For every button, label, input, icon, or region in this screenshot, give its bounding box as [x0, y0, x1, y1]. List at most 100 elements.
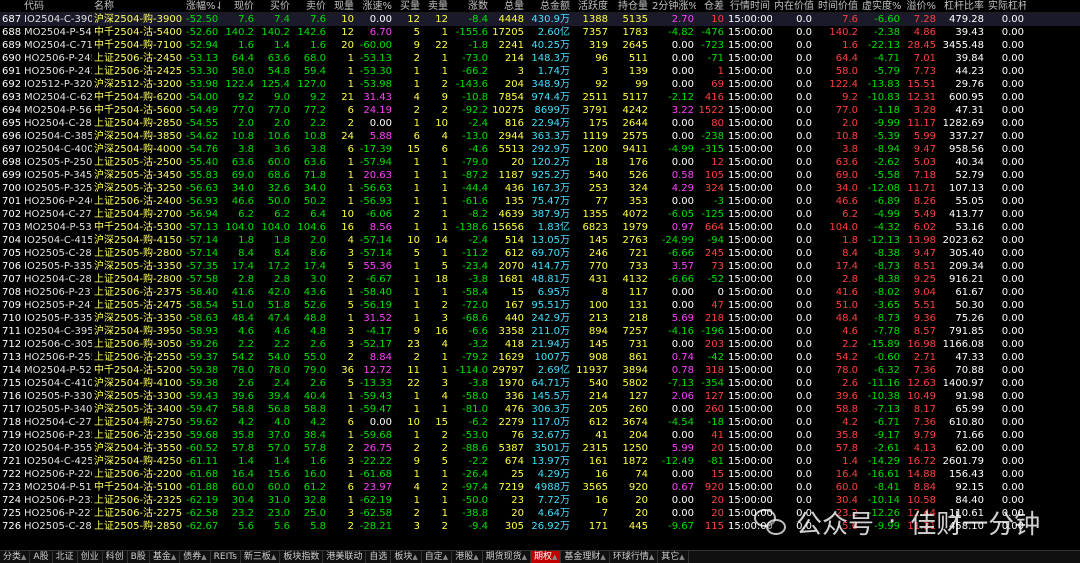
table-row[interactable]: 722HO2506-P-2200上证2506-沽-2200-61.6816.41…: [0, 468, 1080, 481]
table-row[interactable]: 688MO2504-P-5400中千2504-沽-5400-52.60 140.2…: [0, 26, 1080, 39]
table-row[interactable]: 716 IO2505-P-3300 沪深2505-沽-3300 -59.43 39.6 3…: [0, 390, 1080, 403]
table-row[interactable]: 710 IO2505-P-3350 沪深2505-沽-3350 -58.63 48.4 4…: [0, 312, 1080, 325]
tab-3[interactable]: 创业: [78, 551, 103, 563]
cell-moneyness-pct: -4.32: [874, 222, 900, 233]
tab-11[interactable]: 港美联动: [323, 551, 367, 563]
tab-1[interactable]: A股: [30, 551, 53, 563]
cell-open-interest: 5117: [622, 92, 648, 103]
col-header-change-pct[interactable]: 涨幅%↓: [184, 0, 220, 12]
table-row[interactable]: 718HO2504-C-2750上证2504-购-2750-59.62 4.2 4.…: [0, 416, 1080, 429]
table-row[interactable]: 721IO2504-C-4250沪深2504-购-4250-61.11 1.4 1.…: [0, 455, 1080, 468]
tab-14[interactable]: 自定▲: [422, 551, 453, 563]
tab-0[interactable]: 分类▲: [0, 551, 31, 563]
cell-leverage: 413.77: [949, 209, 984, 220]
table-row[interactable]: 689MO2504-C-7100中千2504-购-7100-52.94 1.6 1.…: [0, 39, 1080, 52]
col-header-intrinsic-value[interactable]: 内在价值: [772, 0, 814, 12]
col-header-turnover[interactable]: 总金额: [526, 0, 572, 12]
cell-turnover: 925.2万: [531, 170, 570, 181]
tab-13[interactable]: 板块▲: [391, 551, 422, 563]
cell-oi-change: 920: [704, 482, 724, 493]
tab-6[interactable]: 基金▲: [150, 551, 181, 563]
tab-12[interactable]: 自选: [366, 551, 392, 563]
col-header-price[interactable]: 现价: [220, 0, 256, 12]
table-row[interactable]: 695HO2504-C-2850上证2504-购-2850-54.55 2.0 2.…: [0, 117, 1080, 130]
tab-15[interactable]: 港股▲: [452, 551, 483, 563]
table-row[interactable]: 720 IO2504-P-3550 沪深2504-沽-3550 -60.52 57.8 5…: [0, 442, 1080, 455]
col-header-real-leverage[interactable]: 实际杠杆 ?: [986, 0, 1026, 12]
tab-7[interactable]: 债券▲: [180, 551, 211, 563]
col-header-last-vol[interactable]: 现量: [328, 0, 356, 12]
table-row[interactable]: 687IO2504-C-3900沪深2504-购-3900-52.50 7.6 7.…: [0, 13, 1080, 26]
tab-19[interactable]: 环球行情▲: [610, 551, 659, 563]
tab-5[interactable]: B股: [128, 551, 150, 563]
cell-change: -2.2: [468, 456, 488, 467]
cell-leverage: 791.85: [949, 326, 984, 337]
tab-18[interactable]: 基金理财▲: [561, 551, 610, 563]
col-header-oi-change[interactable]: 仓差: [696, 0, 726, 12]
table-row[interactable]: 701HO2506-P-2400上证2506-沽-2400-56.9346.65…: [0, 195, 1080, 208]
table-row[interactable]: 699 IO2505-P-3450 沪深2505-沽-3450 -55.83 69.0 6…: [0, 169, 1080, 182]
tab-20[interactable]: 其它▲: [658, 551, 689, 563]
col-header-ask[interactable]: 卖价: [292, 0, 328, 12]
tab-2[interactable]: 北证: [53, 551, 78, 563]
table-row[interactable]: 714MO2504-P-5200中千2504-沽-5200-59.38 78.0 7…: [0, 364, 1080, 377]
table-row[interactable]: 692 IO2512-P-3200 沪深2512-沽-3200 -53.98 122.4…: [0, 78, 1080, 91]
col-header-moneyness-pct[interactable]: 虚实度%: [860, 0, 902, 12]
tab-8[interactable]: REITs: [211, 551, 241, 563]
tab-label: 自选: [369, 552, 388, 562]
table-row[interactable]: 723MO2504-P-5100中千2504-沽-5100-61.8860.06…: [0, 481, 1080, 494]
table-row[interactable]: 717 IO2505-P-3400 沪深2505-沽-3400 -59.47 58.8 5…: [0, 403, 1080, 416]
table-row[interactable]: 690HO2506-P-2450上证2506-沽-2450-53.1364.46…: [0, 52, 1080, 65]
col-header-name[interactable]: 名称: [92, 0, 184, 12]
table-row[interactable]: 715IO2504-C-4100沪深2504-购-4100-59.38 2.6 2.…: [0, 377, 1080, 390]
col-header-quote-time[interactable]: 行情时间: [726, 0, 772, 12]
cell-speed-pct: 0.00: [369, 417, 392, 428]
table-row[interactable]: 696IO2504-C-3850沪深2504-购-3850-54.62 10.8 1…: [0, 130, 1080, 143]
col-header-row-no[interactable]: [0, 0, 22, 12]
table-row[interactable]: 702HO2504-C-2700上证2504-购-2700-56.94 6.2 6.…: [0, 208, 1080, 221]
tab-arrow-icon: ▲: [21, 553, 27, 561]
col-header-speed-pct[interactable]: 涨速%: [356, 0, 394, 12]
table-row[interactable]: 719HO2506-P-2350上证2506-沽-2350-59.6835.83…: [0, 429, 1080, 442]
tab-4[interactable]: 科创: [103, 551, 128, 563]
col-header-time-value[interactable]: 时间价值: [814, 0, 860, 12]
cell-price: 60.0: [231, 482, 254, 493]
table-row[interactable]: 707HO2504-C-2800上证2504-购-2800-57.58 2.8 2.…: [0, 273, 1080, 286]
table-row[interactable]: 709HO2505-P-2475上证2505-沽-2475-58.54 51.0 5…: [0, 299, 1080, 312]
table-row[interactable]: 704IO2504-C-4150沪深2504-购-4150-57.141.81.…: [0, 234, 1080, 247]
cell-price: 2.8: [238, 274, 254, 285]
cell-open-interest: 1979: [622, 222, 648, 233]
table-row[interactable]: 706 IO2505-P-3350 沪深2505-沽-3350 -57.35 17.4 1…: [0, 260, 1080, 273]
col-header-leverage[interactable]: 杠杆比率: [938, 0, 986, 12]
col-header-ask-vol[interactable]: 卖量: [422, 0, 450, 12]
table-row[interactable]: 705HO2505-C-2800上证2505-购-2800-57.148.48.…: [0, 247, 1080, 260]
col-header-volume[interactable]: 总量: [490, 0, 526, 12]
table-row[interactable]: 700 IO2505-P-3250 沪深2505-沽-3250 -56.63 34.0 3…: [0, 182, 1080, 195]
col-header-change[interactable]: 涨数: [450, 0, 490, 12]
col-header-open-interest[interactable]: 持仓量: [610, 0, 650, 12]
table-row[interactable]: 697IO2504-C-4000沪深2504-购-4000-54.76 3.8 3.…: [0, 143, 1080, 156]
col-header-bid-vol[interactable]: 买量: [394, 0, 422, 12]
tab-9[interactable]: 新三板▲: [241, 551, 281, 563]
cell-row-no: 701: [2, 196, 22, 207]
tab-16[interactable]: 期货现货▲: [483, 551, 531, 563]
tab-17[interactable]: 期权▲: [531, 551, 562, 563]
table-row[interactable]: 694MO2504-P-5600中千2504-沽-5600-54.49 77.0 7…: [0, 104, 1080, 117]
table-row[interactable]: 693MO2504-C-6200中千2504-购-6200-54.00 9.2 9.…: [0, 91, 1080, 104]
cell-volume: 305: [504, 521, 524, 532]
table-row[interactable]: 708HO2506-P-2375上证2506-沽-2375-58.4041.64…: [0, 286, 1080, 299]
table-row[interactable]: 703MO2504-P-5300中千2504-沽-5300-57.13 104.0…: [0, 221, 1080, 234]
cell-oi-change: -476: [701, 27, 724, 38]
table-row[interactable]: 691HO2506-P-2425上证2506-沽-2425-53.3058.05…: [0, 65, 1080, 78]
col-header-two-min-pct[interactable]: 2分钟涨%: [650, 0, 696, 12]
col-header-code[interactable]: 代码: [22, 0, 92, 12]
tab-10[interactable]: 板块指数: [280, 551, 324, 563]
col-header-bid[interactable]: 买价: [256, 0, 292, 12]
cell-turnover: 32.67万: [531, 430, 570, 441]
table-row[interactable]: 712IO2506-C-3050上证2506-购-3050-59.26 2.2 2.…: [0, 338, 1080, 351]
col-header-activity[interactable]: 活跃度: [572, 0, 610, 12]
table-row[interactable]: 698 IO2505-P-2500 上证2505-沽-2500 -55.40 63.6 6…: [0, 156, 1080, 169]
table-row[interactable]: 713HO2506-P-2550上证2506-沽-2550-59.37 54.2 5…: [0, 351, 1080, 364]
table-row[interactable]: 711IO2504-C-3950沪深2504-购-3950-58.93 4.6 4.…: [0, 325, 1080, 338]
col-header-premium-pct[interactable]: 溢价%: [902, 0, 938, 12]
